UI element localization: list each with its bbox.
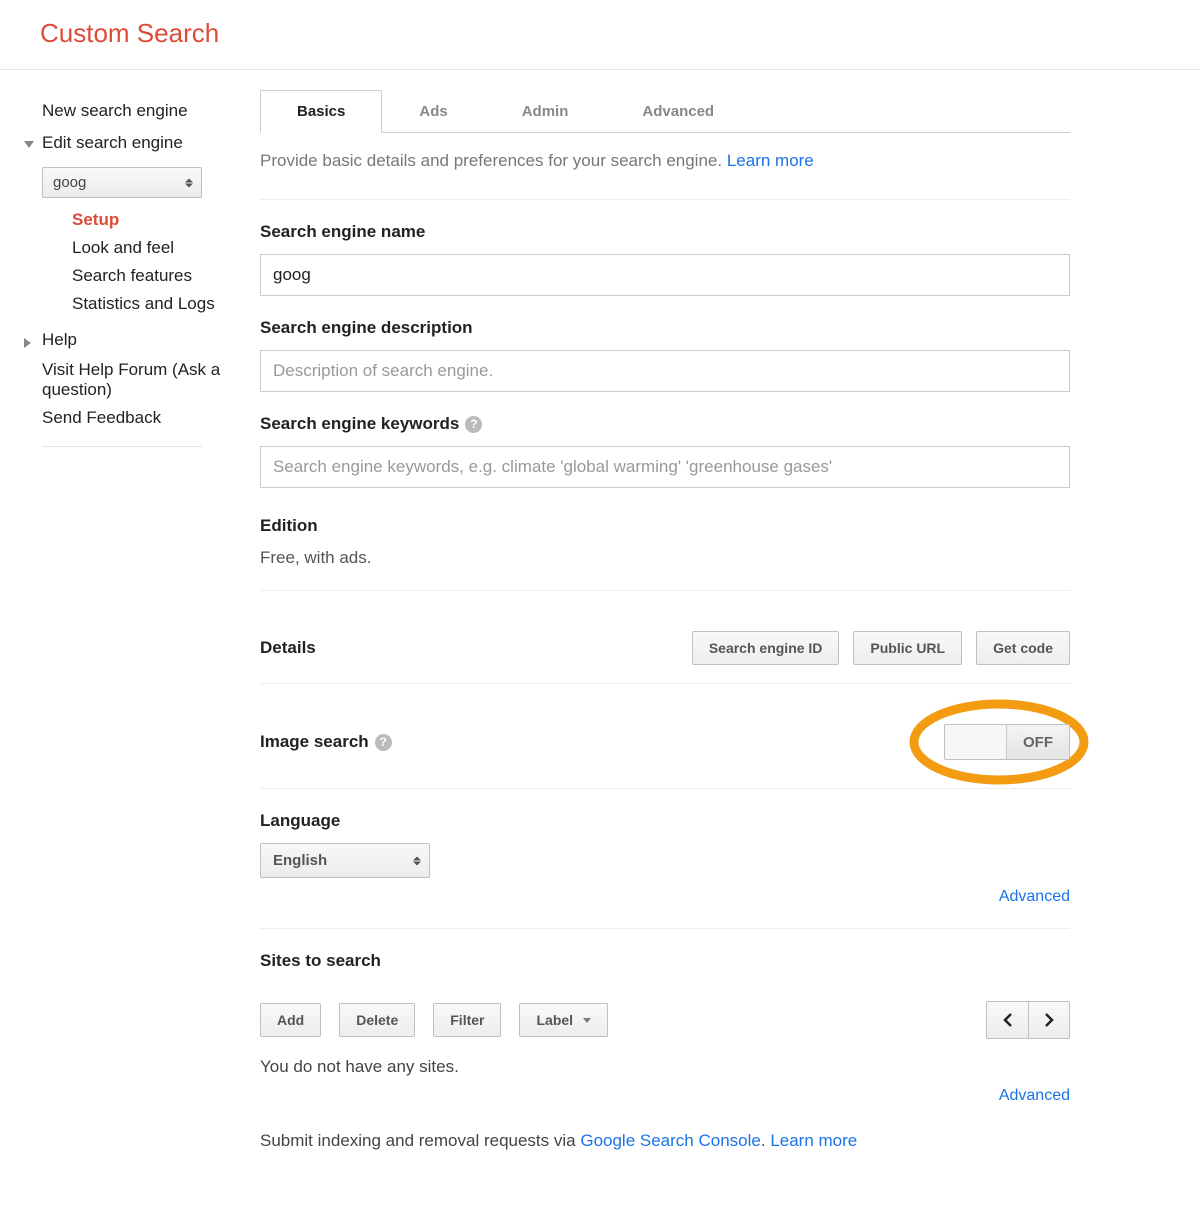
prev-page-button[interactable] [986,1001,1028,1039]
section-divider [260,788,1070,789]
engine-select-value: goog [53,174,86,191]
sites-advanced-link[interactable]: Advanced [260,1077,1070,1105]
tab-advanced[interactable]: Advanced [605,90,751,133]
edition-label: Edition [260,516,1070,536]
help-icon[interactable]: ? [465,416,482,433]
keywords-input[interactable] [260,446,1070,488]
updown-icon [413,856,421,865]
sidebar-subitem-search-features[interactable]: Search features [72,262,230,290]
image-search-toggle[interactable]: OFF [944,724,1070,760]
tab-basics[interactable]: Basics [260,90,382,133]
toggle-empty-half [945,725,1007,759]
page-title: Custom Search [40,18,1160,49]
label-dropdown-button[interactable]: Label [519,1003,608,1037]
name-input[interactable] [260,254,1070,296]
sidebar-subitem-look-and-feel[interactable]: Look and feel [72,234,230,262]
intro-text: Provide basic details and preferences fo… [260,133,1070,189]
image-search-label: Image search ? [260,732,392,752]
get-code-button[interactable]: Get code [976,631,1070,665]
help-icon[interactable]: ? [375,734,392,751]
no-sites-text: You do not have any sites. [260,1057,1070,1077]
sidebar-item-help[interactable]: Help [0,324,230,356]
updown-icon [185,178,193,187]
engine-select[interactable]: goog [42,167,202,198]
public-url-button[interactable]: Public URL [853,631,962,665]
section-divider [260,928,1070,929]
toggle-state: OFF [1007,725,1069,759]
label-button-text: Label [536,1012,573,1028]
caret-down-icon [24,141,34,148]
sidebar-subitem-setup[interactable]: Setup [72,206,230,234]
dropdown-caret-icon [583,1018,591,1023]
sidebar: New search engine Edit search engine goo… [0,70,230,1231]
edition-value: Free, with ads. [260,548,1070,568]
description-input[interactable] [260,350,1070,392]
submit-note-suffix: . [761,1131,770,1150]
delete-button[interactable]: Delete [339,1003,415,1037]
tab-ads[interactable]: Ads [382,90,484,133]
main-content: Basics Ads Admin Advanced Provide basic … [230,70,1200,1231]
section-divider [260,683,1070,684]
next-page-button[interactable] [1028,1001,1070,1039]
sidebar-item-edit-engine[interactable]: Edit search engine [0,127,230,159]
search-engine-id-button[interactable]: Search engine ID [692,631,840,665]
submit-note-prefix: Submit indexing and removal requests via [260,1131,580,1150]
image-search-label-text: Image search [260,732,369,752]
sites-label: Sites to search [260,951,1070,971]
chevron-left-icon [1002,1012,1014,1028]
submit-learn-more-link[interactable]: Learn more [770,1131,857,1150]
sidebar-item-label: Help [42,330,77,349]
submit-note: Submit indexing and removal requests via… [260,1131,1070,1151]
language-select-value: English [273,852,327,869]
search-console-link[interactable]: Google Search Console [580,1131,761,1150]
tab-admin[interactable]: Admin [485,90,606,133]
add-button[interactable]: Add [260,1003,321,1037]
intro-learn-more-link[interactable]: Learn more [727,151,814,170]
description-label: Search engine description [260,318,1070,338]
section-divider [260,199,1070,200]
filter-button[interactable]: Filter [433,1003,501,1037]
intro-text-content: Provide basic details and preferences fo… [260,151,727,170]
details-label: Details [260,638,316,658]
tabs: Basics Ads Admin Advanced [260,90,1070,133]
caret-right-icon [24,338,31,348]
language-select[interactable]: English [260,843,430,878]
sidebar-divider [42,446,202,447]
name-label: Search engine name [260,222,1070,242]
chevron-right-icon [1043,1012,1055,1028]
language-label: Language [260,811,1070,831]
keywords-label-text: Search engine keywords [260,414,459,434]
keywords-label: Search engine keywords ? [260,414,1070,434]
section-divider [260,590,1070,591]
sidebar-item-visit-forum[interactable]: Visit Help Forum (Ask a question) [0,356,230,404]
sidebar-item-new-engine[interactable]: New search engine [0,95,230,127]
sidebar-item-label: Edit search engine [42,133,183,152]
sidebar-item-send-feedback[interactable]: Send Feedback [0,404,230,432]
sidebar-subitem-statistics[interactable]: Statistics and Logs [72,290,230,318]
language-advanced-link[interactable]: Advanced [260,878,1070,906]
